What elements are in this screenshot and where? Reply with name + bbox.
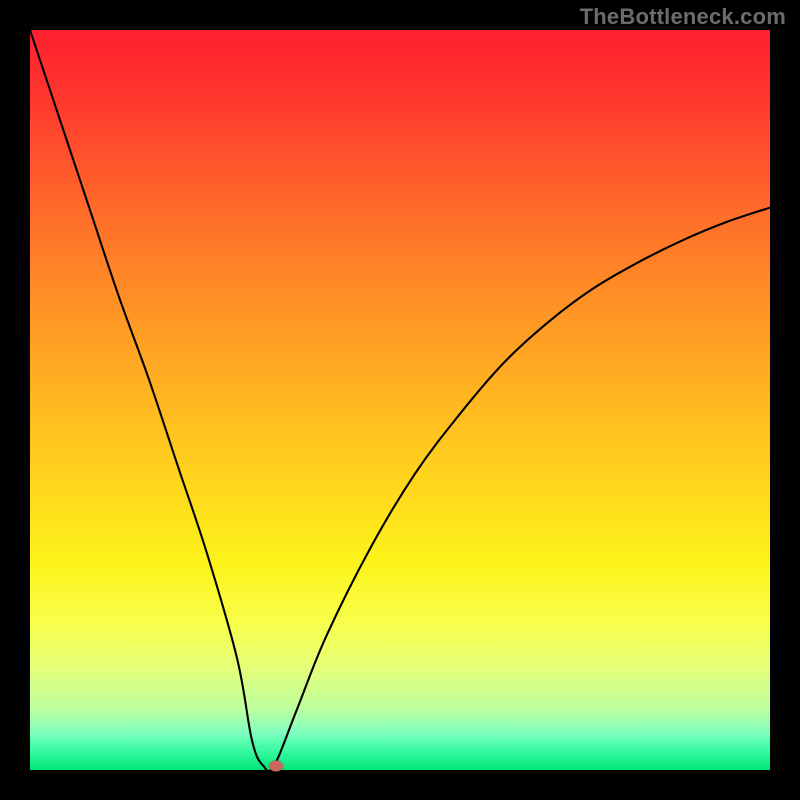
chart-frame: TheBottleneck.com [0,0,800,800]
plot-area [30,30,770,770]
minimum-marker [269,760,283,771]
watermark-text: TheBottleneck.com [580,4,786,30]
curve-layer [30,30,770,770]
bottleneck-curve [30,30,770,770]
